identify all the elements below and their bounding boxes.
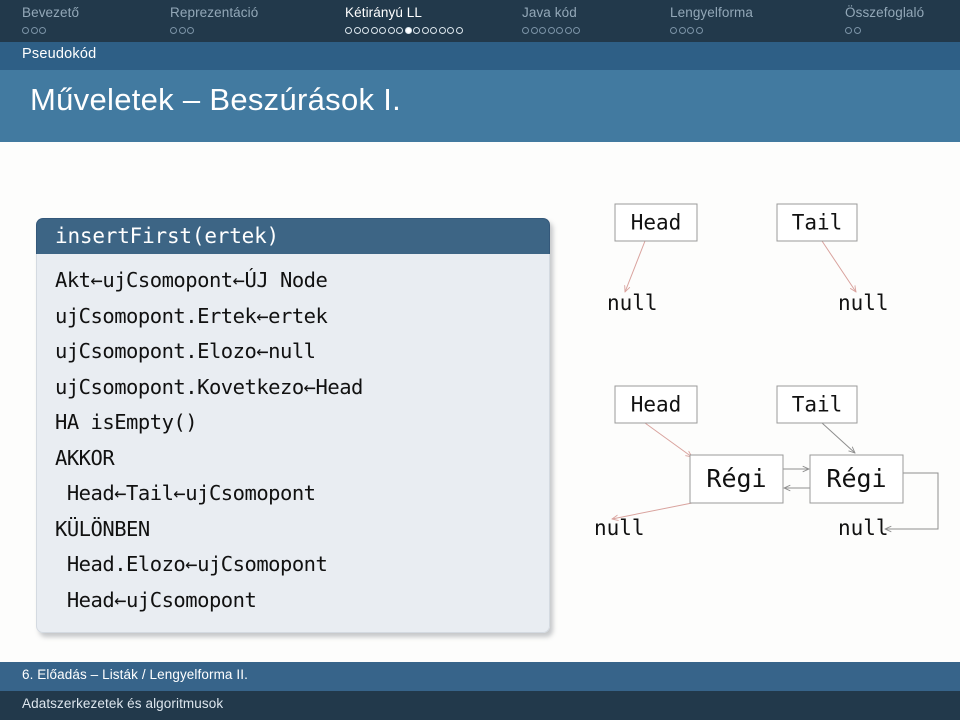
pseudocode-line: ujCsomopont.Kovetkezo←Head (55, 374, 363, 399)
null-label: null (607, 291, 658, 315)
slide-dot[interactable] (447, 26, 454, 34)
nav-section-5[interactable]: Összefoglaló (845, 5, 924, 37)
slide-dot[interactable] (547, 26, 555, 34)
slide-dot[interactable] (670, 26, 677, 34)
footer-lecture-title: 6. Előadás – Listák / Lengyelforma II. (22, 667, 248, 682)
slide-dot[interactable] (178, 26, 186, 34)
nav-section-slide-dots (22, 23, 79, 37)
slide-dot[interactable] (522, 26, 529, 34)
linked-list-diagram: Head Tail null null Head Tail Régi Régi null null (594, 203, 939, 540)
pseudocode-line: HA isEmpty() (55, 410, 198, 434)
slide-dot[interactable] (396, 26, 403, 34)
pointer-arrow (821, 422, 855, 453)
slide-dot[interactable] (695, 26, 703, 34)
pseudocode-body: Akt←ujCsomopont←ÚJ Node ujCsomopont.Ertek… (36, 254, 550, 633)
slide-dot[interactable] (564, 26, 572, 34)
nav-section-label: Bevezető (22, 5, 80, 20)
nav-section-4[interactable]: Lengyelforma (670, 5, 753, 37)
nav-section-2[interactable]: Kétirányú LL (345, 5, 463, 37)
slide-dot[interactable] (853, 26, 861, 34)
slide-dot[interactable] (170, 26, 177, 34)
footer-lecture-bar: 6. Előadás – Listák / Lengyelforma II. (0, 662, 960, 691)
nav-section-slide-dots (170, 23, 258, 37)
nav-section-slide-dots (845, 23, 924, 37)
slide-content: insertFirst(ertek) Akt←ujCsomopont←ÚJ No… (0, 142, 960, 662)
diagram-node-box: Tail (776, 385, 858, 424)
node-box-label: Head (631, 393, 682, 417)
slide-dot[interactable] (573, 26, 580, 34)
slide-dot[interactable] (678, 26, 686, 34)
slide-dot[interactable] (556, 26, 563, 34)
slide-dot[interactable] (362, 26, 369, 34)
slide-dot[interactable] (530, 26, 538, 34)
node-box-label: Head (631, 211, 682, 235)
pseudocode-signature: insertFirst(ertek) (55, 224, 279, 248)
nav-section-label: Java kód (522, 5, 577, 20)
nav-section-1[interactable]: Reprezentáció (170, 5, 258, 37)
pseudocode-line: ujCsomopont.Ertek←ertek (55, 303, 328, 328)
footer-course-bar: Adatszerkezetek és algoritmusok (0, 691, 960, 720)
nav-section-label: Lengyelforma (670, 5, 753, 20)
slide-dot[interactable] (539, 26, 546, 34)
pointer-arrow (644, 422, 692, 457)
pointer-arrow (821, 240, 856, 292)
node-box-label: Tail (792, 211, 843, 235)
nav-section-label: Kétirányú LL (345, 5, 422, 20)
subsection-label: Pseudokód (22, 46, 97, 62)
slide-dot[interactable] (421, 26, 429, 34)
slide-dot[interactable] (438, 26, 446, 34)
section-navigation-bar: Bevezető Reprezentáció Kétirányú LL Java kó… (0, 0, 960, 42)
pseudocode-line: KÜLÖNBEN (55, 516, 150, 541)
diagram-node-box: Régi (809, 454, 904, 504)
slide-dot[interactable] (455, 26, 463, 34)
slide-root: Bevezető Reprezentáció Kétirányú LL Java kó… (0, 0, 960, 720)
slide-dot-current[interactable] (404, 26, 412, 34)
slide-dot[interactable] (353, 26, 361, 34)
pseudocode-line: Head←ujCsomopont (55, 587, 257, 612)
slide-dot[interactable] (379, 26, 386, 34)
slide-dot[interactable] (187, 26, 194, 34)
nav-section-label: Reprezentáció (170, 5, 259, 20)
diagram-node-box: Head (614, 203, 698, 242)
nav-section-label: Összefoglaló (845, 5, 925, 20)
slide-dot[interactable] (413, 26, 420, 34)
null-label: null (838, 516, 889, 540)
pseudocode-line: Head.Elozo←ujCsomopont (55, 552, 328, 576)
node-box-label: Tail (792, 393, 843, 417)
pseudocode-block: insertFirst(ertek) Akt←ujCsomopont←ÚJ No… (36, 218, 550, 633)
slide-dot[interactable] (345, 26, 352, 34)
pseudocode-line: ujCsomopont.Elozo←null (55, 339, 316, 363)
slide-dot[interactable] (22, 26, 29, 34)
page-title: Műveletek – Beszúrások I. (30, 82, 402, 117)
pseudocode-header: insertFirst(ertek) (36, 218, 550, 254)
slide-dot[interactable] (370, 26, 378, 34)
pseudocode-line: Head←Tail←ujCsomopont (55, 481, 316, 505)
diagram-node-box: Tail (776, 203, 858, 242)
slide-dot[interactable] (845, 26, 852, 34)
null-label: null (594, 516, 645, 540)
nav-section-slide-dots (670, 23, 753, 37)
slide-dot[interactable] (30, 26, 38, 34)
slide-dot[interactable] (39, 26, 46, 34)
footer-course-title: Adatszerkezetek és algoritmusok (22, 696, 224, 711)
subsection-bar: Pseudokód (0, 42, 960, 70)
node-box-label: Régi (826, 464, 886, 493)
diagram-node-box: Régi (689, 454, 784, 504)
slide-dot[interactable] (387, 26, 395, 34)
pointer-arrow (625, 240, 646, 292)
pseudocode-line: AKKOR (55, 445, 115, 470)
nav-section-3[interactable]: Java kód (522, 5, 580, 37)
node-box-label: Régi (706, 464, 766, 493)
diagram-node-box: Head (614, 385, 698, 424)
pseudocode-line: Akt←ujCsomopont←ÚJ Node (55, 268, 328, 292)
slide-title-bar: Műveletek – Beszúrások I. (0, 70, 960, 142)
slide-dot[interactable] (430, 26, 437, 34)
nav-section-0[interactable]: Bevezető (22, 5, 79, 37)
slide-dot[interactable] (687, 26, 694, 34)
null-label: null (838, 291, 889, 315)
nav-section-slide-dots (345, 23, 463, 37)
nav-section-slide-dots (522, 23, 580, 37)
